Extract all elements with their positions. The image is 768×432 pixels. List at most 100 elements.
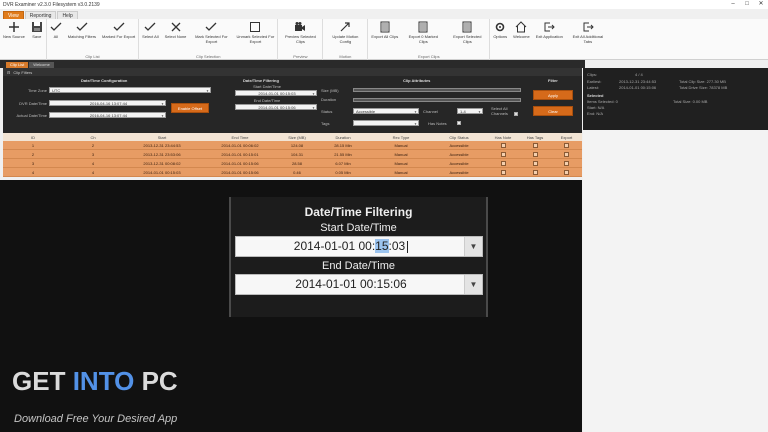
- size-range-slider[interactable]: [353, 88, 521, 92]
- options-button[interactable]: Options: [490, 19, 510, 53]
- enable-offset-button[interactable]: Enable Offset: [171, 103, 209, 113]
- chevron-down-icon: ▼: [478, 110, 481, 114]
- chevron-down-icon[interactable]: ▼: [464, 275, 482, 294]
- col-rec-type[interactable]: Rec Type: [371, 135, 431, 140]
- col-has-note[interactable]: Has Note: [487, 135, 519, 140]
- update-motion-config-button[interactable]: Update Motion Config: [323, 19, 367, 53]
- end-datetime-field[interactable]: 2014-01-01 00:15:06 ▼: [235, 104, 317, 110]
- minimize-button[interactable]: –: [726, 0, 740, 9]
- timezone-select[interactable]: UTC ▼: [49, 87, 211, 93]
- col-id[interactable]: ID: [3, 135, 63, 140]
- unmark-selected-export-button[interactable]: Unmark Selected For Export: [233, 19, 277, 53]
- selected-minutes-highlight: 15: [375, 239, 389, 253]
- clear-filter-button[interactable]: Clear: [533, 106, 573, 116]
- row-checkbox[interactable]: [500, 169, 506, 175]
- dvr-datetime-label: DVR Date/Time: [19, 101, 47, 106]
- row-checkbox[interactable]: [564, 142, 569, 148]
- welcome-button[interactable]: Welcome: [510, 19, 533, 53]
- clip-list-marked-export-button[interactable]: Marked For Export: [99, 19, 138, 53]
- exit-application-button[interactable]: Exit Application: [533, 19, 566, 53]
- apply-filter-button[interactable]: Apply: [533, 90, 573, 100]
- status-select[interactable]: Accessible ▼: [353, 108, 419, 114]
- select-all-channels-checkbox[interactable]: [514, 112, 518, 116]
- export-selected-icon: [462, 21, 472, 33]
- channel-select[interactable]: 1-4 ▼: [457, 108, 483, 114]
- exit-icon: [544, 22, 555, 32]
- menu-tabs: View Reporting Help: [0, 9, 768, 19]
- row-checkbox[interactable]: [500, 160, 506, 166]
- col-has-tags[interactable]: Has Tags: [519, 135, 551, 140]
- table-cell-checkbox: [519, 142, 551, 148]
- export-all-clips-button[interactable]: Export All Clips: [368, 19, 401, 53]
- new-source-button[interactable]: New Source: [0, 19, 28, 53]
- has-notes-label: Has Notes: [428, 121, 447, 126]
- clip-filters-title: Clip Filters: [13, 69, 33, 75]
- row-checkbox[interactable]: [564, 160, 569, 166]
- table-cell: 2014-01-01 00:15:06: [221, 169, 259, 175]
- row-checkbox[interactable]: [532, 151, 538, 157]
- col-end[interactable]: End Time: [201, 135, 279, 140]
- row-checkbox[interactable]: [532, 142, 538, 148]
- zoom-end-datetime-field[interactable]: 2014-01-01 00:15:06 ▼: [235, 274, 483, 295]
- table-row[interactable]: 1 2 2013-12-31 23:44:53 2014-01-01 00:06:02…: [3, 141, 582, 150]
- table-row[interactable]: 2 3 2013-12-31 23:53:06 2014-01-01 00:15:01…: [3, 150, 582, 159]
- menu-tab-help[interactable]: Help: [57, 11, 78, 19]
- table-cell-checkbox: [551, 142, 582, 148]
- chevron-down-icon: ▼: [161, 114, 164, 118]
- table-cell: 6.07 Min: [335, 160, 351, 166]
- maximize-button[interactable]: □: [740, 0, 754, 9]
- table-cell: 2: [31, 151, 35, 157]
- preview-selected-clips-button[interactable]: Preview Selected Clips: [278, 19, 322, 53]
- ribbon-group-preview: Preview Selected Clips Preview: [278, 19, 324, 60]
- table-row[interactable]: 4 4 2014-01-01 00:15:03 2014-01-01 00:15:06…: [3, 168, 582, 177]
- row-checkbox[interactable]: [500, 142, 506, 148]
- table-cell: 124.08: [290, 142, 304, 148]
- clip-list-all-button[interactable]: All: [47, 19, 65, 53]
- close-button[interactable]: ✕: [754, 0, 768, 9]
- select-all-button[interactable]: Select All: [139, 19, 161, 53]
- group-label-motion: Motion: [339, 54, 352, 59]
- exit-additional-tabs-button[interactable]: Exit All Additional Tabs: [566, 19, 610, 53]
- row-checkbox[interactable]: [564, 169, 569, 175]
- row-checkbox[interactable]: [532, 160, 538, 166]
- table-cell: 2014-01-01 00:15:06: [221, 160, 259, 166]
- col-size[interactable]: Size (MB): [279, 135, 315, 140]
- menu-tab-view[interactable]: View: [3, 11, 24, 19]
- menu-tab-reporting[interactable]: Reporting: [24, 11, 57, 19]
- col-ch[interactable]: Ch: [63, 135, 123, 140]
- col-export[interactable]: Export: [551, 135, 582, 140]
- gear-icon: [495, 22, 505, 32]
- table-cell: Manual: [394, 160, 408, 166]
- latest-label: Latest:: [587, 85, 600, 90]
- select-none-button[interactable]: Select None: [162, 19, 190, 53]
- tags-select[interactable]: ▼: [353, 120, 419, 126]
- row-checkbox[interactable]: [532, 169, 538, 175]
- table-cell: 2014-01-01 00:06:02: [221, 142, 259, 148]
- total-drive-size: Total Drive Size: 78378 MB: [679, 85, 728, 90]
- save-button[interactable]: Save: [28, 19, 46, 53]
- dvr-datetime-field[interactable]: 2016-04-16 13:07:44 ▼: [49, 100, 166, 106]
- size-label: Size (MB): [321, 88, 339, 93]
- duration-range-slider[interactable]: [353, 98, 521, 102]
- ribbon-group-app: Options Welcome Exit Application Exit Al…: [490, 19, 610, 60]
- row-checkbox[interactable]: [564, 151, 569, 157]
- chevron-down-icon[interactable]: ▼: [464, 237, 482, 256]
- watermark-logo: GET INTO PC: [12, 366, 178, 396]
- table-cell-checkbox: [551, 151, 582, 157]
- clip-list-matching-filters-button[interactable]: Matching Filters: [65, 19, 99, 53]
- title-bar: DVR Examiner v2.3.0 Filesystem v3.0.2139…: [0, 0, 768, 9]
- has-notes-checkbox[interactable]: [457, 121, 461, 125]
- home-icon: [516, 21, 527, 33]
- clip-filters-header[interactable]: ⊟ Clip Filters: [3, 68, 582, 76]
- export-selected-clips-button[interactable]: Export Selected Clips: [445, 19, 489, 53]
- table-row[interactable]: 3 4 2013-12-31 00:08:02 2014-01-01 00:15:06…: [3, 159, 582, 168]
- col-start[interactable]: Start: [123, 135, 201, 140]
- zoom-start-datetime-field[interactable]: 2014-01-01 00:15:03 ▼: [235, 236, 483, 257]
- mark-selected-export-button[interactable]: Mark Selected For Export: [189, 19, 233, 53]
- col-clip-status[interactable]: Clip Status: [431, 135, 487, 140]
- col-duration[interactable]: Duration: [315, 135, 371, 140]
- row-checkbox[interactable]: [500, 151, 506, 157]
- actual-datetime-field[interactable]: 2016-04-16 13:07:44 ▼: [49, 112, 166, 118]
- start-datetime-field[interactable]: 2014-01-01 00:15:03 ▼: [235, 90, 317, 96]
- export-marked-clips-button[interactable]: Export 0 Marked Clips: [401, 19, 445, 53]
